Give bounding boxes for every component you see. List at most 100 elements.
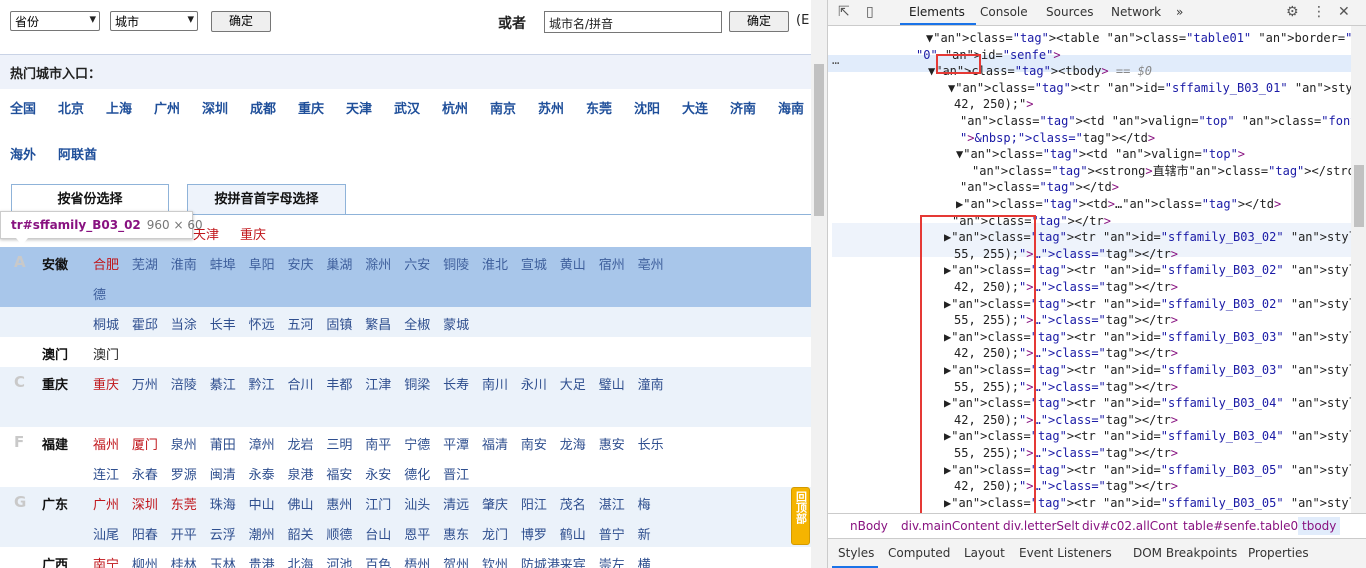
- city-link[interactable]: 梅: [638, 494, 651, 513]
- dom-node-line[interactable]: "an">class="tag"></td>: [960, 179, 1119, 195]
- hot-city-link[interactable]: 大连: [682, 98, 708, 117]
- city-link[interactable]: 蚌埠: [210, 254, 236, 273]
- tab-console[interactable]: Console: [980, 5, 1028, 19]
- hot-city-link[interactable]: 成都: [250, 98, 276, 117]
- breadcrumb-item[interactable]: nBody: [850, 519, 888, 533]
- settings-gear-icon[interactable]: ⚙: [1286, 4, 1299, 20]
- city-link[interactable]: 云浮: [210, 524, 236, 543]
- city-link[interactable]: 恩平: [404, 524, 430, 543]
- city-link[interactable]: 滁州: [365, 254, 391, 273]
- city-link[interactable]: 潮州: [249, 524, 275, 543]
- dom-scrollbar-thumb[interactable]: [1354, 165, 1364, 227]
- page-scrollbar[interactable]: [811, 0, 827, 568]
- city-link[interactable]: 六安: [404, 254, 430, 273]
- dom-node-line[interactable]: "an">class="tag"><td "an">valign="top" "…: [960, 113, 1351, 129]
- breadcrumb-item-current[interactable]: tbody: [1298, 517, 1341, 535]
- hot-city-link[interactable]: 上海: [106, 98, 132, 117]
- city-link[interactable]: 泉州: [171, 434, 197, 453]
- city-link[interactable]: 龙海: [560, 434, 586, 453]
- hot-city-link[interactable]: 沈阳: [634, 98, 660, 117]
- hot-city-link[interactable]: 天津: [346, 98, 372, 117]
- city-link[interactable]: 桐城: [93, 314, 119, 333]
- city-link[interactable]: 韶关: [288, 524, 314, 543]
- city-link[interactable]: 永安: [365, 464, 391, 483]
- city-link[interactable]: 防城港: [521, 554, 560, 568]
- tab-sources[interactable]: Sources: [1046, 5, 1093, 19]
- city-link[interactable]: 广州: [93, 494, 119, 513]
- city-link[interactable]: 璧山: [599, 374, 625, 393]
- city-link[interactable]: 泉港: [288, 464, 314, 483]
- hot-city-link[interactable]: 苏州: [538, 98, 564, 117]
- city-link[interactable]: 德: [93, 284, 106, 303]
- city-link[interactable]: 南安: [521, 434, 547, 453]
- city-link[interactable]: 龙门: [482, 524, 508, 543]
- city-link[interactable]: 南宁: [93, 554, 119, 568]
- city-link[interactable]: 连江: [93, 464, 119, 483]
- subtab-dom-breakpoints[interactable]: DOM Breakpoints: [1133, 546, 1237, 560]
- city-link[interactable]: 铜陵: [443, 254, 469, 273]
- city-link[interactable]: 綦江: [210, 374, 236, 393]
- city-link[interactable]: 黄山: [560, 254, 586, 273]
- city-link[interactable]: 晋江: [443, 464, 469, 483]
- city-link[interactable]: 合川: [288, 374, 314, 393]
- node-actions-icon[interactable]: ⋯: [832, 56, 839, 70]
- dom-scrollbar[interactable]: [1351, 26, 1366, 513]
- city-link[interactable]: 怀远: [249, 314, 275, 333]
- page-scrollbar-thumb[interactable]: [814, 64, 824, 216]
- city-link[interactable]: 淮南: [171, 254, 197, 273]
- city-link[interactable]: 惠州: [326, 494, 352, 513]
- city-link[interactable]: 博罗: [521, 524, 547, 543]
- city-link[interactable]: 亳州: [638, 254, 664, 273]
- city-link[interactable]: 淮北: [482, 254, 508, 273]
- tab-by-pinyin[interactable]: 按拼音首字母选择: [187, 184, 346, 215]
- hot-city-link[interactable]: 济南: [730, 98, 756, 117]
- more-options-icon[interactable]: ⋮: [1312, 4, 1326, 20]
- city-link[interactable]: 全椒: [404, 314, 430, 333]
- breadcrumb-item[interactable]: div.letterSelt: [1003, 519, 1079, 533]
- city-link[interactable]: 长乐: [638, 434, 664, 453]
- city-link[interactable]: 珠海: [210, 494, 236, 513]
- hot-city-link[interactable]: 全国: [10, 98, 36, 117]
- hot-city-link[interactable]: 杭州: [442, 98, 468, 117]
- breadcrumb-item[interactable]: div.mainContent: [901, 519, 1000, 533]
- breadcrumb-item[interactable]: div#c02.allCont: [1082, 519, 1178, 533]
- city-link[interactable]: 贺州: [443, 554, 469, 568]
- city-link[interactable]: 涪陵: [171, 374, 197, 393]
- city-link[interactable]: 平潭: [443, 434, 469, 453]
- city-link[interactable]: 黔江: [249, 374, 275, 393]
- dom-node-line[interactable]: ▼"an">class="tag"><tr "an">id="sffamily_…: [948, 80, 1351, 96]
- city-link[interactable]: 繁昌: [365, 314, 391, 333]
- city-link[interactable]: 南平: [365, 434, 391, 453]
- city-link[interactable]: 五河: [288, 314, 314, 333]
- city-link[interactable]: 清远: [443, 494, 469, 513]
- tab-network[interactable]: Network: [1111, 5, 1161, 19]
- city-link[interactable]: 安庆: [288, 254, 314, 273]
- subtab-properties[interactable]: Properties: [1248, 546, 1309, 560]
- hot-city-link[interactable]: 武汉: [394, 98, 420, 117]
- city-select[interactable]: 城市: [110, 11, 198, 31]
- city-link[interactable]: 深圳: [132, 494, 158, 513]
- city-link[interactable]: 福安: [326, 464, 352, 483]
- city-name-input[interactable]: 城市名/拼音: [544, 11, 722, 33]
- city-link[interactable]: 三明: [326, 434, 352, 453]
- city-link[interactable]: 茂名: [560, 494, 586, 513]
- city-link[interactable]: 玉林: [210, 554, 236, 568]
- city-link[interactable]: 柳州: [132, 554, 158, 568]
- city-link[interactable]: 宁德: [404, 434, 430, 453]
- city-link[interactable]: 芜湖: [132, 254, 158, 273]
- city-link[interactable]: 重庆: [240, 224, 266, 243]
- subtab-styles[interactable]: Styles: [838, 546, 874, 560]
- subtab-event-listeners[interactable]: Event Listeners: [1019, 546, 1112, 560]
- hot-city-link[interactable]: 重庆: [298, 98, 324, 117]
- inspect-element-icon[interactable]: ⇱: [838, 4, 850, 20]
- city-link[interactable]: 永泰: [249, 464, 275, 483]
- city-link[interactable]: 德化: [404, 464, 430, 483]
- city-link[interactable]: 厦门: [132, 434, 158, 453]
- city-link[interactable]: 顺德: [326, 524, 352, 543]
- city-link[interactable]: 汕头: [404, 494, 430, 513]
- city-link[interactable]: 潼南: [638, 374, 664, 393]
- city-link[interactable]: 霍邱: [132, 314, 158, 333]
- city-link[interactable]: 崇左: [599, 554, 625, 568]
- city-link[interactable]: 湛江: [599, 494, 625, 513]
- city-link[interactable]: 梧州: [404, 554, 430, 568]
